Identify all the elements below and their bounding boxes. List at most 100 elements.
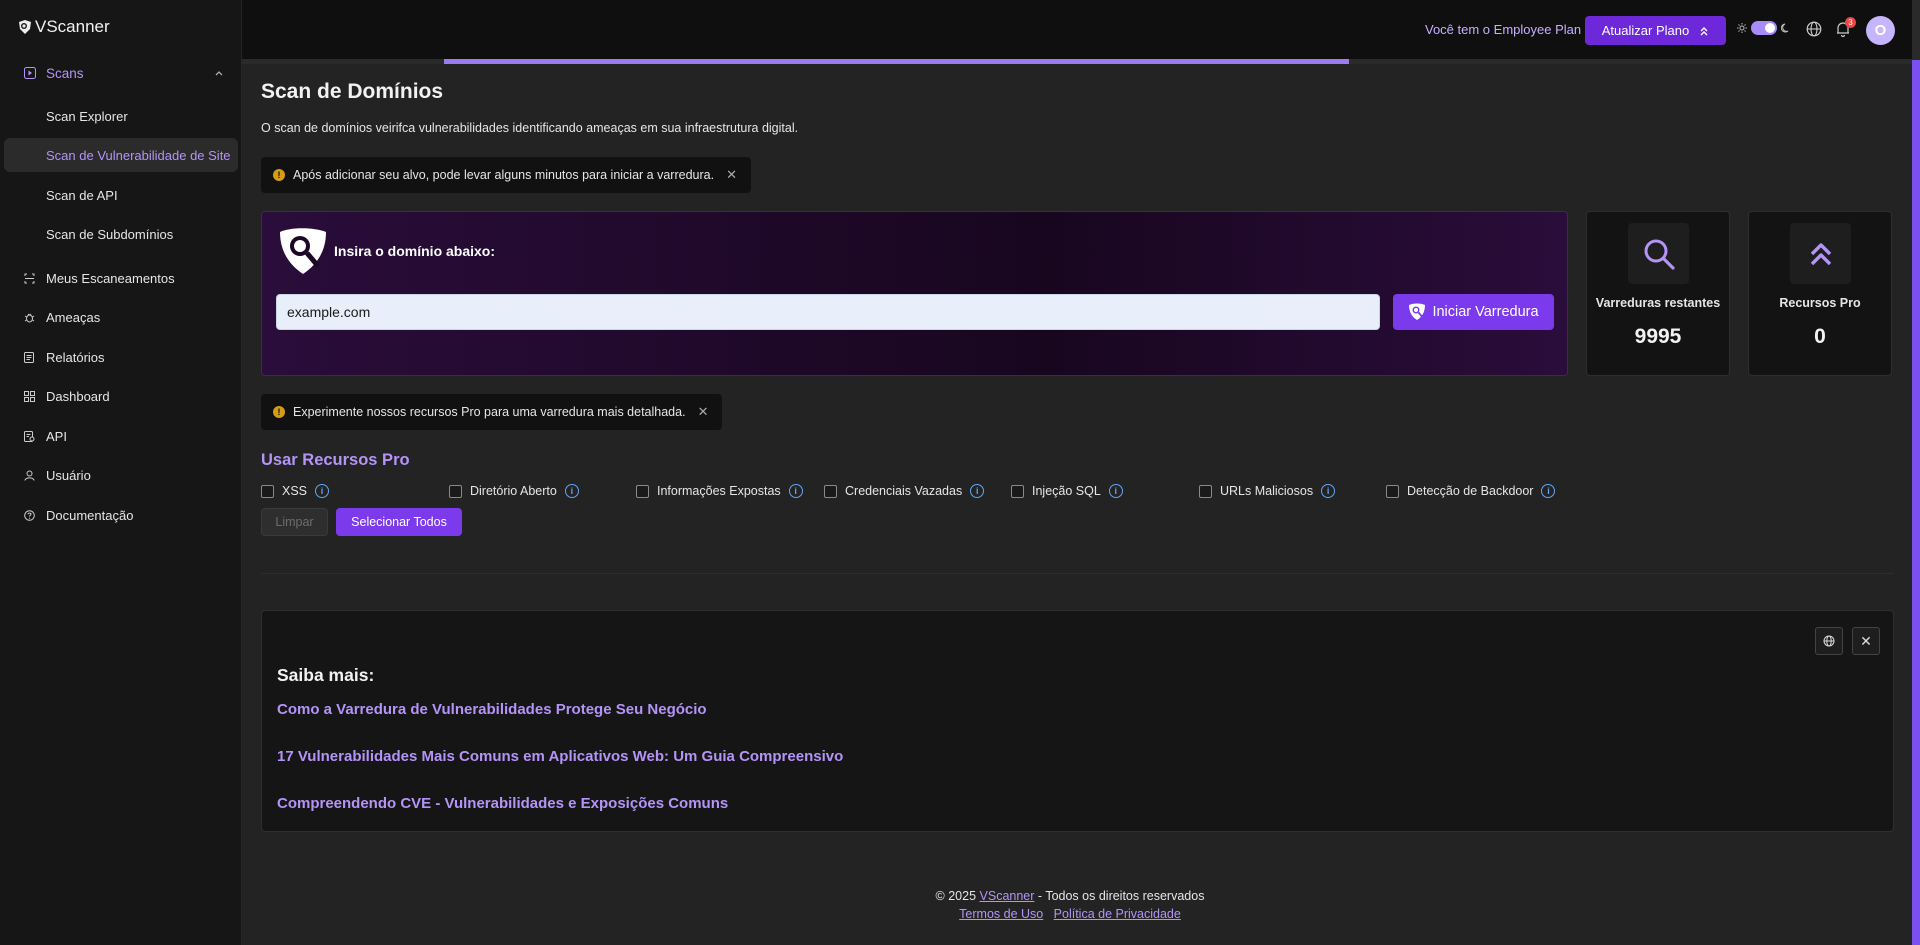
language-globe-icon[interactable] bbox=[1806, 21, 1822, 40]
pro-option-malicious-urls[interactable]: URLs Maliciosos i bbox=[1199, 482, 1336, 500]
sidebar-group-scans[interactable]: Scans bbox=[24, 62, 224, 84]
sidebar-item-documentation[interactable]: Documentação bbox=[24, 504, 234, 526]
user-avatar[interactable]: O bbox=[1866, 16, 1895, 45]
sidebar-item-dashboard[interactable]: Dashboard bbox=[24, 385, 234, 407]
info-icon[interactable]: i bbox=[1108, 484, 1123, 498]
checkbox[interactable] bbox=[449, 484, 462, 498]
stat-card-pro-resources: Recursos Pro 0 bbox=[1748, 211, 1892, 376]
learn-link[interactable]: 17 Vulnerabilidades Mais Comuns em Aplic… bbox=[277, 748, 843, 765]
info-alert-delay: ! Após adicionar seu alvo, pode levar al… bbox=[261, 157, 751, 193]
sidebar-item-label: Scan Explorer bbox=[46, 108, 128, 124]
info-icon[interactable]: i bbox=[788, 484, 803, 498]
globe-icon[interactable] bbox=[1815, 627, 1843, 655]
help-circle-icon bbox=[24, 509, 46, 521]
checkbox[interactable] bbox=[261, 484, 274, 498]
pro-option-label: Diretório Aberto bbox=[470, 484, 557, 498]
theme-switch[interactable] bbox=[1751, 21, 1777, 35]
info-icon[interactable]: i bbox=[315, 484, 330, 498]
moon-icon bbox=[1781, 23, 1789, 33]
stat-icon-box bbox=[1790, 223, 1851, 284]
grid-icon bbox=[24, 390, 46, 402]
sidebar-item-scan-explorer[interactable]: Scan Explorer bbox=[4, 99, 238, 133]
learn-more-panel: ✕ Saiba mais: Como a Varredura de Vulner… bbox=[261, 610, 1894, 832]
page-progress-bar bbox=[444, 59, 1349, 64]
app-logo[interactable]: VScanner bbox=[18, 17, 110, 37]
sidebar-item-my-scans[interactable]: Meus Escaneamentos bbox=[24, 267, 234, 289]
sidebar-item-site-vulnerability-scan[interactable]: Scan de Vulnerabilidade de Site bbox=[4, 138, 238, 172]
plan-text: Você tem o Employee Plan bbox=[1425, 22, 1582, 37]
start-scan-label: Iniciar Varredura bbox=[1432, 304, 1539, 320]
footer-brand-link[interactable]: VScanner bbox=[980, 889, 1035, 903]
info-icon[interactable]: i bbox=[564, 484, 579, 498]
info-alert-pro: ! Experimente nossos recursos Pro para u… bbox=[261, 394, 723, 430]
footer-copyright: © 2025 VScanner - Todos os direitos rese… bbox=[0, 889, 1920, 903]
close-icon[interactable]: ✕ bbox=[726, 167, 737, 183]
pro-option-leaked-credentials[interactable]: Credenciais Vazadas i bbox=[824, 482, 985, 500]
sidebar-item-label: Usuário bbox=[46, 467, 91, 483]
checkbox[interactable] bbox=[636, 484, 649, 498]
play-square-icon bbox=[24, 67, 46, 79]
sidebar: VScanner Scans Scan Explorer Scan de Vul… bbox=[0, 0, 242, 945]
stat-icon-box bbox=[1628, 223, 1689, 284]
checkbox[interactable] bbox=[1386, 484, 1399, 498]
sidebar-item-api[interactable]: API bbox=[24, 425, 234, 447]
learn-link[interactable]: Compreendendo CVE - Vulnerabilidades e E… bbox=[277, 795, 728, 812]
chevron-up-icon[interactable] bbox=[214, 66, 224, 81]
footer-rights: - Todos os direitos reservados bbox=[1037, 889, 1205, 903]
info-icon[interactable]: i bbox=[1321, 484, 1336, 498]
vscanner-logo-icon bbox=[19, 20, 31, 34]
sidebar-item-threats[interactable]: Ameaças bbox=[24, 306, 234, 328]
domain-input[interactable] bbox=[276, 294, 1380, 330]
checkbox[interactable] bbox=[824, 484, 837, 498]
learn-more-title: Saiba mais: bbox=[277, 665, 375, 685]
close-icon[interactable]: ✕ bbox=[698, 404, 709, 420]
pro-option-exposed-info[interactable]: Informações Expostas i bbox=[636, 482, 803, 500]
copyright-prefix: © 2025 bbox=[935, 889, 977, 903]
double-chevron-up-icon bbox=[1700, 26, 1708, 35]
stat-value: 9995 bbox=[1634, 325, 1682, 348]
privacy-link[interactable]: Política de Privacidade bbox=[1054, 907, 1181, 921]
warning-icon: ! bbox=[273, 169, 285, 181]
alert-text: Após adicionar seu alvo, pode levar algu… bbox=[293, 168, 715, 182]
clear-button[interactable]: Limpar bbox=[261, 508, 328, 536]
learn-link[interactable]: Como a Varredura de Vulnerabilidades Pro… bbox=[277, 701, 707, 718]
stat-value: 0 bbox=[1814, 325, 1826, 348]
terms-link[interactable]: Termos de Uso bbox=[959, 907, 1043, 921]
pro-option-open-directory[interactable]: Diretório Aberto i bbox=[449, 482, 579, 500]
stat-card-remaining-scans: Varreduras restantes 9995 bbox=[1586, 211, 1730, 376]
sun-icon bbox=[1737, 23, 1747, 33]
start-scan-button[interactable]: Iniciar Varredura bbox=[1393, 294, 1554, 330]
report-icon bbox=[24, 351, 46, 363]
checkbox[interactable] bbox=[1199, 484, 1212, 498]
switch-knob bbox=[1765, 23, 1775, 33]
select-all-button[interactable]: Selecionar Todos bbox=[336, 508, 462, 536]
upgrade-plan-button[interactable]: Atualizar Plano bbox=[1585, 16, 1726, 45]
double-chevron-up-icon bbox=[1810, 242, 1831, 265]
scrollbar-thumb[interactable] bbox=[1912, 60, 1920, 945]
checkbox[interactable] bbox=[1011, 484, 1024, 498]
stat-label: Varreduras restantes bbox=[1595, 296, 1721, 310]
sidebar-item-reports[interactable]: Relatórios bbox=[24, 346, 234, 368]
sidebar-item-label: Ameaças bbox=[46, 309, 101, 325]
pro-option-label: URLs Maliciosos bbox=[1220, 484, 1314, 498]
close-icon[interactable]: ✕ bbox=[1852, 627, 1880, 655]
sidebar-item-label: Documentação bbox=[46, 507, 134, 523]
pro-option-label: XSS bbox=[282, 484, 308, 498]
sidebar-group-label: Scans bbox=[46, 65, 84, 81]
theme-toggle[interactable] bbox=[1737, 21, 1791, 35]
sidebar-item-subdomain-scan[interactable]: Scan de Subdomínios bbox=[4, 217, 238, 251]
info-icon[interactable]: i bbox=[970, 484, 985, 498]
page-title: Scan de Domínios bbox=[261, 80, 444, 103]
footer-links: Termos de Uso Política de Privacidade bbox=[0, 907, 1920, 921]
pro-resources-title: Usar Recursos Pro bbox=[261, 451, 410, 469]
sidebar-item-user[interactable]: Usuário bbox=[24, 464, 234, 486]
pro-option-sql-injection[interactable]: Injeção SQL i bbox=[1011, 482, 1123, 500]
pro-option-xss[interactable]: XSS i bbox=[261, 482, 330, 500]
section-divider bbox=[261, 573, 1894, 574]
sidebar-item-api-scan[interactable]: Scan de API bbox=[4, 178, 238, 212]
warning-icon: ! bbox=[273, 406, 285, 418]
api-doc-icon bbox=[24, 430, 46, 442]
info-icon[interactable]: i bbox=[1541, 484, 1556, 498]
pro-option-backdoor-detection[interactable]: Detecção de Backdoor i bbox=[1386, 482, 1556, 500]
pro-option-label: Detecção de Backdoor bbox=[1407, 484, 1534, 498]
